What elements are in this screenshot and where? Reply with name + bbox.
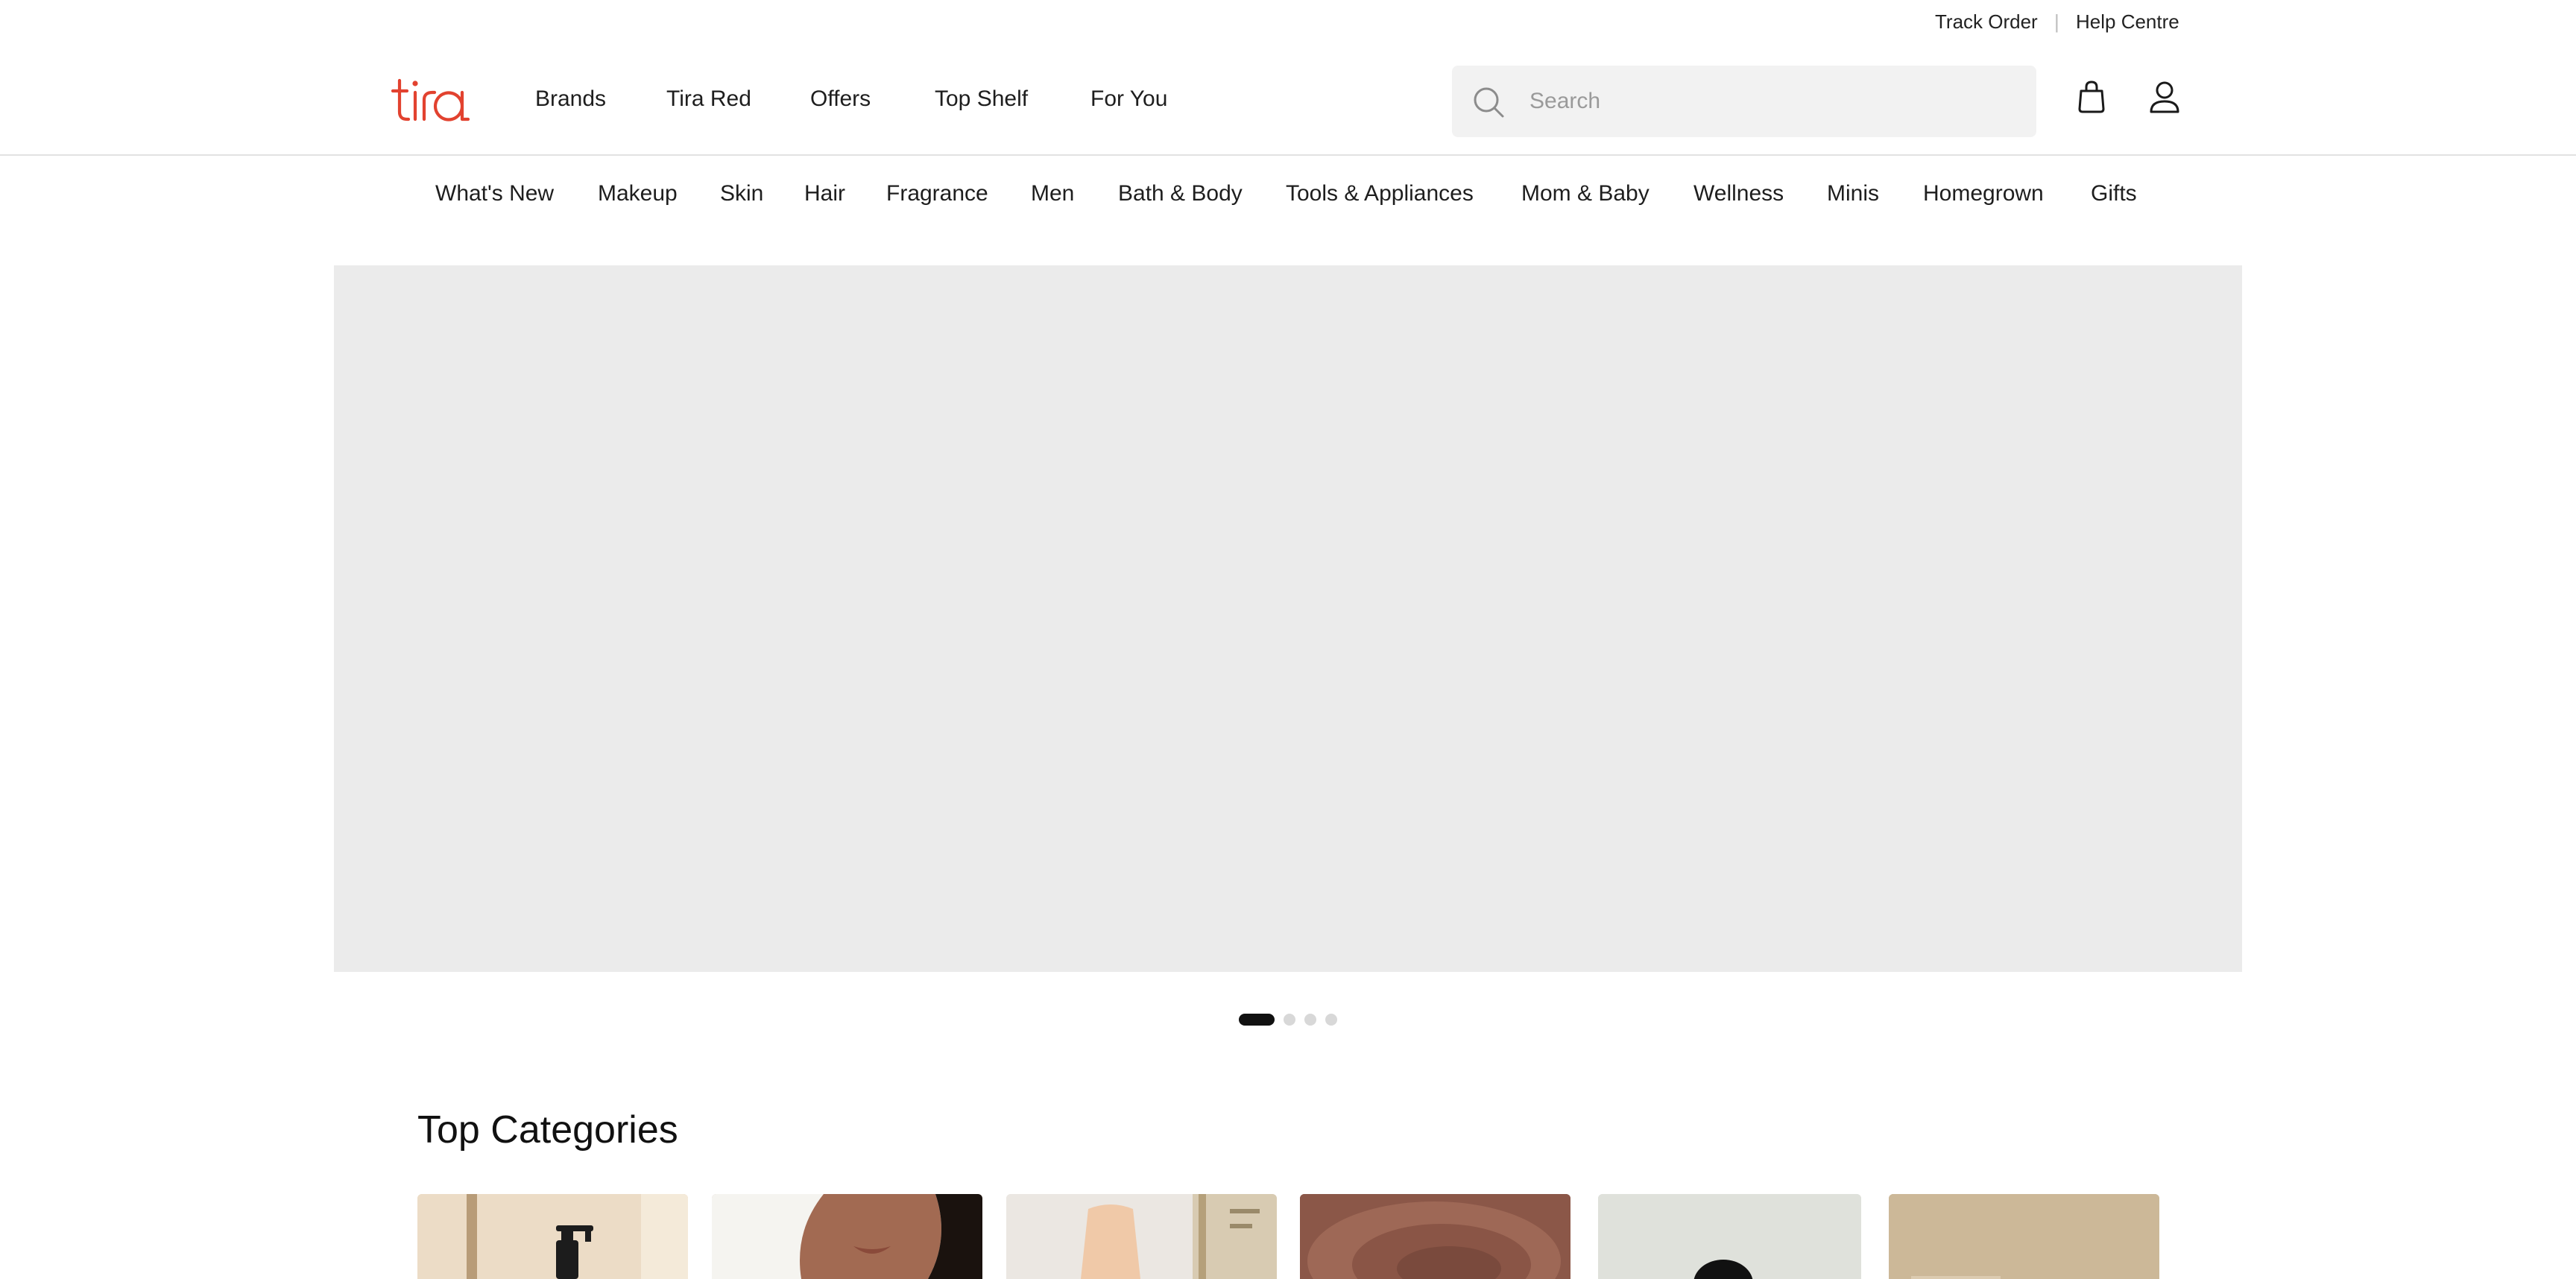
- carousel-dot-4[interactable]: [1325, 1014, 1337, 1026]
- nav-brands[interactable]: Brands: [535, 86, 606, 112]
- top-categories-title: Top Categories: [417, 1108, 678, 1152]
- category-card[interactable]: [1889, 1194, 2159, 1279]
- category-hair[interactable]: Hair: [804, 181, 845, 206]
- category-tools-appliances[interactable]: Tools & Appliances: [1286, 181, 1474, 206]
- hero-banner[interactable]: [334, 265, 2242, 972]
- cream-tube-product: [1006, 1194, 1277, 1279]
- tira-logo[interactable]: [391, 78, 479, 122]
- category-gifts[interactable]: Gifts: [2091, 181, 2137, 206]
- beige-product: [1889, 1194, 2159, 1279]
- track-order-link[interactable]: Track Order: [1935, 10, 2038, 34]
- category-skin[interactable]: Skin: [720, 181, 763, 206]
- category-bath-body[interactable]: Bath & Body: [1118, 181, 1243, 206]
- category-wellness[interactable]: Wellness: [1693, 181, 1784, 206]
- carousel-dot-1[interactable]: [1239, 1014, 1275, 1026]
- category-men[interactable]: Men: [1031, 181, 1074, 206]
- category-makeup[interactable]: Makeup: [598, 181, 678, 206]
- user-icon[interactable]: [2147, 79, 2182, 115]
- category-fragrance[interactable]: Fragrance: [886, 181, 988, 206]
- bag-icon[interactable]: [2074, 79, 2109, 115]
- nav-offers[interactable]: Offers: [810, 86, 871, 112]
- nav-tira-red[interactable]: Tira Red: [666, 86, 751, 112]
- nav-for-you[interactable]: For You: [1090, 86, 1167, 112]
- carousel-dot-2[interactable]: [1284, 1014, 1295, 1026]
- category-card[interactable]: [1006, 1194, 1277, 1279]
- category-whats-new[interactable]: What's New: [435, 181, 554, 206]
- powder-texture: [1300, 1194, 1570, 1279]
- pump-bottle-product: [417, 1194, 688, 1279]
- category-card[interactable]: [712, 1194, 982, 1279]
- category-homegrown[interactable]: Homegrown: [1923, 181, 2044, 206]
- dark-jar-product: [1598, 1194, 1861, 1279]
- category-card[interactable]: [1598, 1194, 1861, 1279]
- help-centre-link[interactable]: Help Centre: [2076, 10, 2179, 34]
- search-bar[interactable]: [1452, 66, 2036, 137]
- utility-bar: Track Order | Help Centre: [0, 0, 2576, 45]
- main-header: Brands Tira Red Offers Top Shelf For You: [0, 45, 2576, 156]
- utility-separator: |: [2054, 10, 2059, 33]
- carousel-dot-3[interactable]: [1304, 1014, 1316, 1026]
- category-card[interactable]: [1300, 1194, 1570, 1279]
- nav-top-shelf[interactable]: Top Shelf: [935, 86, 1028, 112]
- category-minis[interactable]: Minis: [1827, 181, 1879, 206]
- category-nav: What's New Makeup Skin Hair Fragrance Me…: [0, 156, 2576, 238]
- search-icon: [1474, 87, 1504, 118]
- woman-portrait: [712, 1194, 982, 1279]
- search-input[interactable]: [1530, 66, 2021, 137]
- category-card[interactable]: [417, 1194, 688, 1279]
- category-mom-baby[interactable]: Mom & Baby: [1521, 181, 1650, 206]
